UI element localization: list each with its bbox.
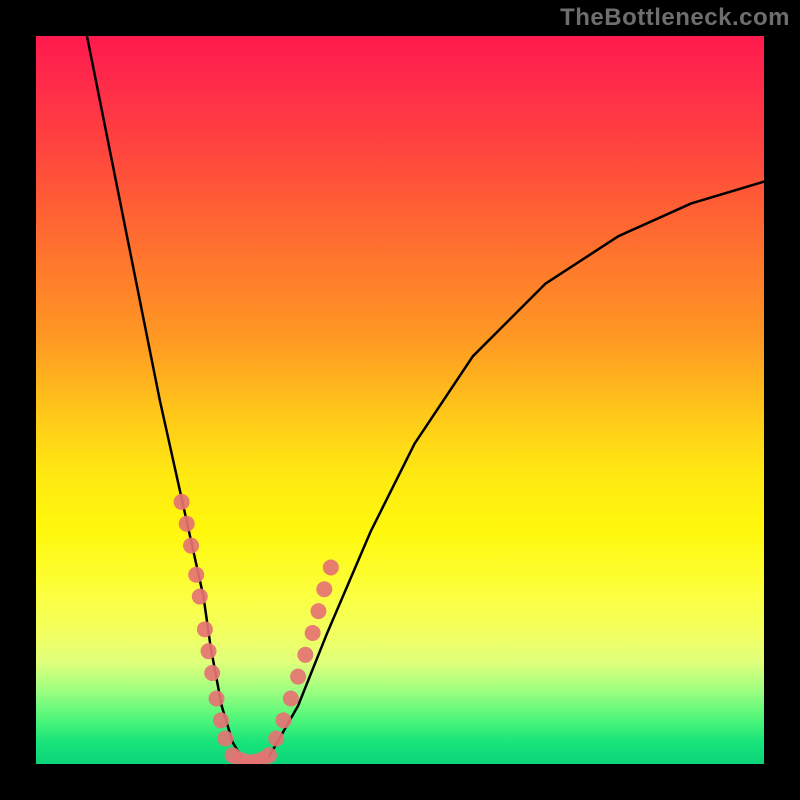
plot-area bbox=[36, 36, 764, 764]
bottleneck-curve bbox=[87, 36, 764, 764]
chart-frame: TheBottleneck.com bbox=[0, 0, 800, 800]
curve-markers bbox=[174, 494, 339, 764]
curve-svg bbox=[36, 36, 764, 764]
watermark-text: TheBottleneck.com bbox=[560, 4, 790, 32]
